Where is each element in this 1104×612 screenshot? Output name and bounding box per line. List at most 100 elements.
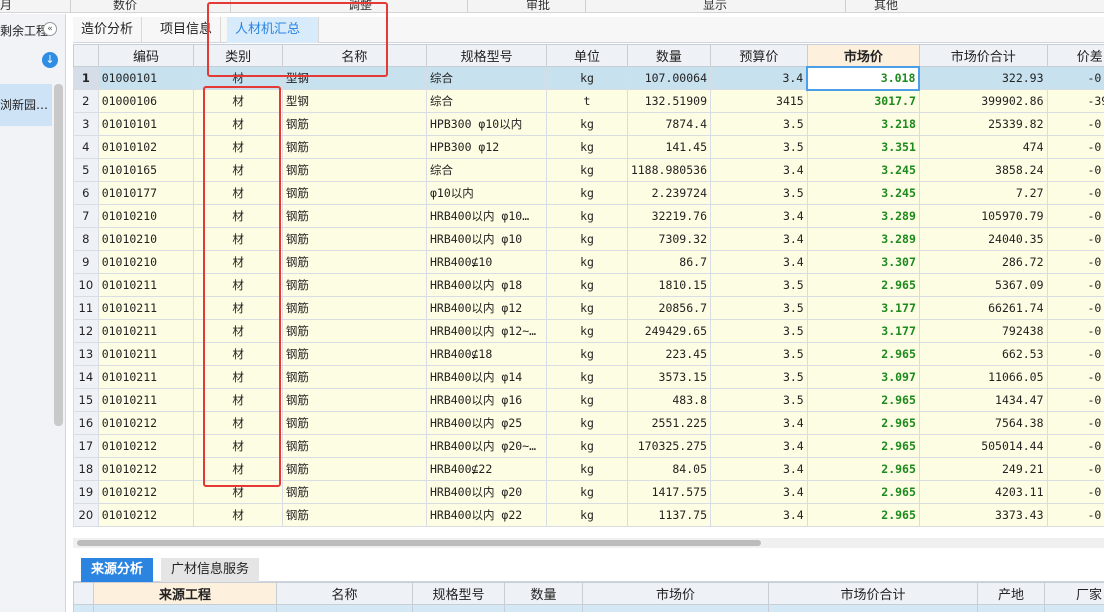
- col-header-category[interactable]: 类别: [193, 44, 283, 67]
- cell-price-diff[interactable]: -0.323: [1046, 319, 1104, 343]
- cell-market-price[interactable]: 2.965: [806, 503, 920, 527]
- col-header-market-total[interactable]: 市场价合计: [768, 582, 978, 605]
- table-row[interactable]: 19 01010212 材钢筋 HRB400以内 φ20 kg 1417.575 3.4 2.…: [73, 480, 1104, 504]
- cell-budget-price[interactable]: 3.5: [710, 319, 808, 343]
- row-number[interactable]: 2: [73, 89, 99, 113]
- row-number[interactable]: 1: [73, 66, 99, 90]
- cell-unit[interactable]: kg: [546, 388, 628, 412]
- cell-unit[interactable]: kg: [546, 227, 628, 251]
- row-number[interactable]: 4: [73, 135, 99, 159]
- cell-quantity[interactable]: 141.45: [626, 135, 712, 159]
- cell-quantity[interactable]: 170325.275: [626, 434, 712, 458]
- cell-code[interactable]: 01010177: [97, 181, 195, 205]
- cell-unit[interactable]: kg: [546, 503, 628, 527]
- cell-price-diff[interactable]: -0.435: [1046, 457, 1104, 481]
- cell-quantity[interactable]: 2551.225: [626, 411, 712, 435]
- cell-market-total[interactable]: 25339.82: [918, 112, 1048, 136]
- cell-budget-price[interactable]: 3415: [710, 89, 808, 113]
- cell-name[interactable]: 钢筋: [281, 227, 427, 251]
- col-header-spec[interactable]: 规格型号: [412, 582, 505, 605]
- collapse-icon[interactable]: «: [43, 22, 57, 36]
- cell-unit[interactable]: kg: [546, 342, 628, 366]
- row-number[interactable]: 11: [73, 296, 99, 320]
- row-number[interactable]: 12: [73, 319, 99, 343]
- cell-spec[interactable]: HRB400以内 φ14: [425, 365, 548, 389]
- cell-unit[interactable]: t: [546, 89, 628, 113]
- menu-item-3[interactable]: 审批: [526, 0, 550, 12]
- cell-market-total[interactable]: 249.21: [918, 457, 1048, 481]
- cell-market-total[interactable]: 474: [918, 135, 1048, 159]
- table-row[interactable]: 2 01000106 材型钢 综合 t 132.51909 3415 3017.7 399902…: [73, 89, 1104, 113]
- cell-spec[interactable]: HRB400以内 φ10…: [425, 204, 548, 228]
- cell-market-total[interactable]: 7564.38: [918, 411, 1048, 435]
- cell-market-price[interactable]: 3.018: [806, 65, 921, 91]
- cell-name[interactable]: 钢筋: [281, 250, 427, 274]
- cell-code[interactable]: 01000106: [97, 89, 195, 113]
- menu-item-4[interactable]: 显示: [703, 0, 727, 12]
- cell-price-diff[interactable]: -0.535: [1046, 388, 1104, 412]
- cell-budget-price[interactable]: 3.5: [710, 112, 808, 136]
- col-header-source-project[interactable]: 来源工程: [93, 582, 277, 605]
- cell-code[interactable]: 01010210: [97, 250, 195, 274]
- col-header-unit[interactable]: 单位: [546, 44, 628, 67]
- cell-market-total[interactable]: 66261.74: [918, 296, 1048, 320]
- cell-name[interactable]: 钢筋: [281, 319, 427, 343]
- cell-price-diff[interactable]: -0.155: [1046, 158, 1104, 182]
- table-row[interactable]: 16 01010212 材钢筋 HRB400以内 φ25 kg 2551.225 3.4 2.…: [73, 411, 1104, 435]
- cell-market-price[interactable]: 3017.7: [806, 89, 920, 113]
- col-header-quantity[interactable]: 数量: [626, 44, 712, 67]
- cell-quantity[interactable]: 86.7: [626, 250, 712, 274]
- cell-price-diff[interactable]: -0.435: [1046, 503, 1104, 527]
- cell-code[interactable]: 01010211: [97, 365, 195, 389]
- cell-market-price[interactable]: 3.218: [806, 112, 920, 136]
- cell-spec[interactable]: HRB400以内 φ16: [425, 388, 548, 412]
- cell-budget-price[interactable]: 3.4: [710, 250, 808, 274]
- cell-code[interactable]: 01000101: [97, 66, 195, 90]
- cell-code[interactable]: 01010212: [97, 480, 195, 504]
- table-row[interactable]: 8 01010210 材钢筋 HRB400以内 φ10 kg 7309.32 3.4 3.28…: [73, 227, 1104, 251]
- cell-category[interactable]: 材: [193, 89, 283, 113]
- table-row[interactable]: 13 01010211 材钢筋 HRB400⊈18 kg 223.45 3.5 2.965 66…: [73, 342, 1104, 366]
- cell-category[interactable]: 材: [193, 457, 283, 481]
- cell-quantity[interactable]: 132.51909: [626, 89, 712, 113]
- row-number[interactable]: 8: [73, 227, 99, 251]
- cell-category[interactable]: 材: [193, 227, 283, 251]
- cell-code[interactable]: 01010210: [97, 204, 195, 228]
- cell-budget-price[interactable]: 3.4: [710, 158, 808, 182]
- row-number[interactable]: 16: [73, 411, 99, 435]
- row-number[interactable]: 10: [73, 273, 99, 297]
- row-number[interactable]: 3: [73, 112, 99, 136]
- cell-price-diff[interactable]: -0.255: [1046, 181, 1104, 205]
- col-header-market-price[interactable]: 市场价: [806, 44, 920, 67]
- row-number[interactable]: 17: [73, 434, 99, 458]
- cell-unit[interactable]: kg: [546, 181, 628, 205]
- cell-code[interactable]: 01010211: [97, 319, 195, 343]
- cell-spec[interactable]: HRB400以内 φ12~…: [425, 319, 548, 343]
- cell-market-price[interactable]: 2.965: [806, 457, 920, 481]
- download-icon[interactable]: ↓: [42, 52, 58, 68]
- cell-category[interactable]: 材: [193, 296, 283, 320]
- cell-price-diff[interactable]: -0.435: [1046, 434, 1104, 458]
- cell-name[interactable]: 型钢: [281, 66, 427, 90]
- cell-spec[interactable]: 综合: [425, 158, 548, 182]
- cell-unit[interactable]: kg: [546, 457, 628, 481]
- horizontal-scrollbar[interactable]: [73, 538, 1104, 548]
- cell-name[interactable]: 钢筋: [281, 365, 427, 389]
- cell-category[interactable]: 材: [193, 135, 283, 159]
- cell-unit[interactable]: kg: [546, 411, 628, 435]
- cell-quantity[interactable]: 7874.4: [626, 112, 712, 136]
- cell-market-price[interactable]: 3.289: [806, 227, 920, 251]
- cell-category[interactable]: 材: [193, 342, 283, 366]
- cell-market-price[interactable]: 3.177: [806, 296, 920, 320]
- cell-price-diff[interactable]: -0.435: [1046, 411, 1104, 435]
- cell-code[interactable]: 01010210: [97, 227, 195, 251]
- cell-code[interactable]: 01010101: [97, 112, 195, 136]
- cell-spec[interactable]: HRB400以内 φ12: [425, 296, 548, 320]
- cell-market-price[interactable]: 2.965: [806, 411, 920, 435]
- cell-market-total[interactable]: 3858.24: [918, 158, 1048, 182]
- col-header-manufacturer[interactable]: 厂家: [1044, 582, 1104, 605]
- cell-market-total[interactable]: 322.93: [918, 66, 1048, 90]
- cell-name[interactable]: 钢筋: [281, 434, 427, 458]
- cell-spec[interactable]: HPB300 φ10以内: [425, 112, 548, 136]
- tab-source-analysis[interactable]: 来源分析: [81, 558, 154, 582]
